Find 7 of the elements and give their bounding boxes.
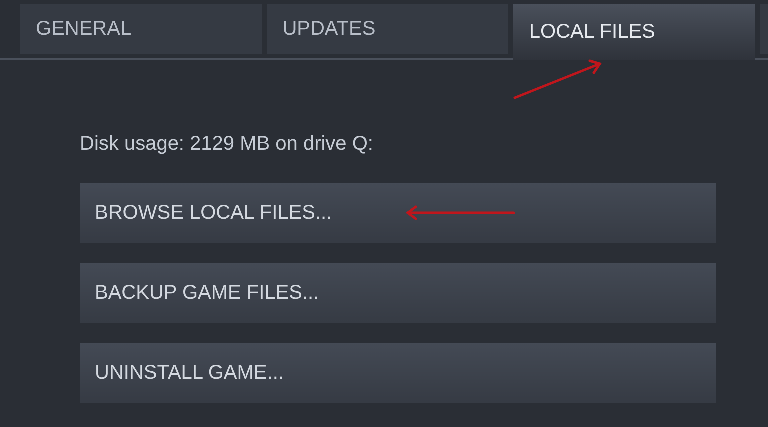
action-button[interactable]: UNINSTALL GAME... [80,343,716,403]
tab[interactable]: UPDATES [266,4,508,54]
tab[interactable]: GENERAL [20,4,262,54]
action-button[interactable]: BACKUP GAME FILES... [80,263,716,323]
disk-usage-text: Disk usage: 2129 MB on drive Q: [80,132,374,155]
action-button[interactable]: BROWSE LOCAL FILES... [80,183,716,243]
tab[interactable]: LOCAL FILES [513,4,756,60]
